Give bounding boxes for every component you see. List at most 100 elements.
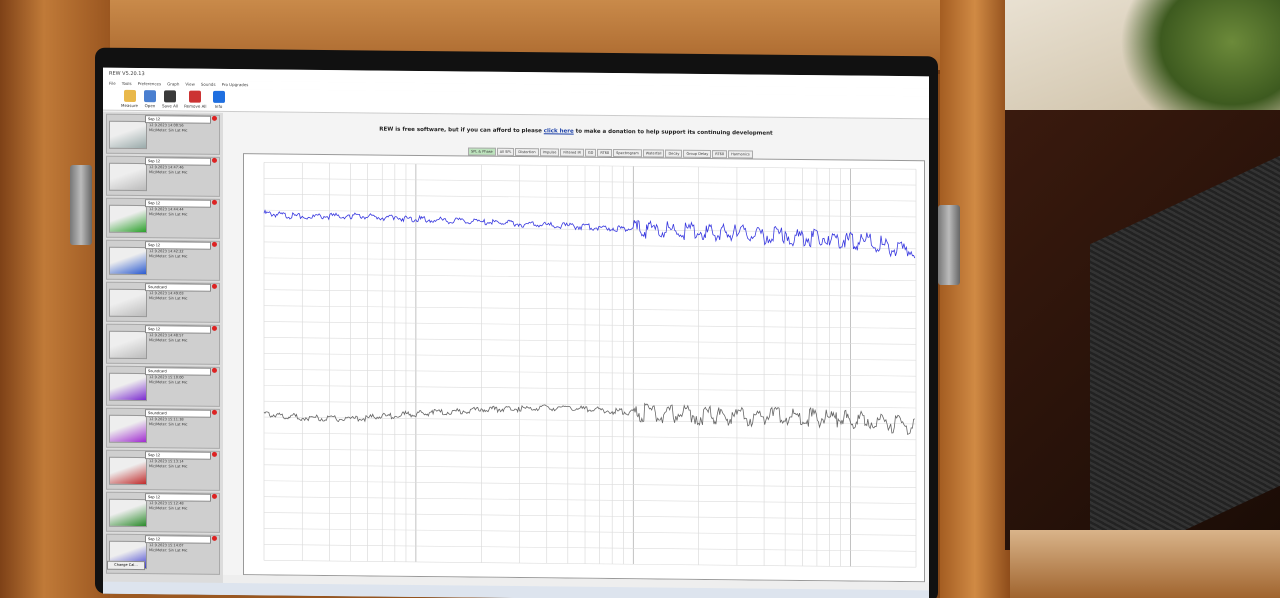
wood-shelf-right bbox=[940, 0, 1010, 598]
grid-line-y bbox=[264, 448, 916, 457]
measurement-mic: Mic/Meter: Sin Lat Mic bbox=[149, 128, 188, 133]
menu-pro-upgrades[interactable]: Pro Upgrades bbox=[222, 81, 249, 89]
spl-chart bbox=[263, 162, 917, 568]
tab-group-delay[interactable]: Group Delay bbox=[683, 149, 712, 159]
measurement-item[interactable]: 12.9.2023 14:47:46 Mic/Meter: Sin Lat Mic… bbox=[106, 155, 220, 197]
close-icon[interactable] bbox=[212, 199, 217, 205]
measurement-mic: Mic/Meter: Sin Lat Mic bbox=[149, 464, 188, 469]
grid-line-y bbox=[264, 162, 916, 170]
close-icon[interactable] bbox=[212, 409, 217, 415]
photo-scene: REW V5.20.13 File Tools Preferences Graph Vi… bbox=[0, 0, 1280, 598]
measurement-thumbnail bbox=[109, 246, 147, 276]
measurement-name-field[interactable]: Sep 12 bbox=[145, 325, 211, 334]
cabinet-hinge-left bbox=[70, 165, 92, 245]
tab-distortion[interactable]: Distortion bbox=[515, 147, 539, 157]
close-icon[interactable] bbox=[212, 325, 217, 331]
measurement-mic: Mic/Meter: Sin Lat Mic bbox=[149, 170, 188, 175]
toolbar-label: Open bbox=[144, 103, 156, 109]
save-all-button[interactable]: Save All bbox=[162, 90, 178, 108]
grid-line-y bbox=[264, 177, 916, 186]
open-icon bbox=[144, 90, 156, 103]
remove-all-button[interactable]: Remove All bbox=[184, 90, 207, 109]
spl-graph[interactable] bbox=[243, 153, 925, 583]
measurement-name-field[interactable]: Sep 12 bbox=[145, 451, 211, 460]
tab-impulse[interactable]: Impulse bbox=[539, 148, 560, 157]
tab-waterfall[interactable]: Waterfall bbox=[642, 149, 665, 158]
measurement-name-field[interactable]: Soundcard bbox=[145, 283, 211, 292]
donate-link[interactable]: click here bbox=[544, 128, 574, 134]
menu-graph[interactable]: Graph bbox=[167, 80, 179, 88]
grid-line-y bbox=[264, 464, 916, 472]
close-icon[interactable] bbox=[212, 157, 217, 163]
grid-line-y bbox=[264, 353, 916, 361]
info-button[interactable]: Info bbox=[212, 90, 225, 109]
grid-line-y bbox=[264, 193, 916, 202]
close-icon[interactable] bbox=[212, 535, 217, 541]
grid-line-y bbox=[264, 480, 916, 488]
measurement-item[interactable]: 12.9.2023 15:12:48 Mic/Meter: Sin Lat Mic… bbox=[106, 491, 220, 533]
close-icon[interactable] bbox=[212, 115, 217, 121]
measurement-mic: Mic/Meter: Sin Lat Mic bbox=[149, 548, 188, 553]
grid-line-y bbox=[264, 528, 916, 536]
measurement-name-field[interactable]: Sep 12 bbox=[145, 535, 211, 544]
measurement-mic: Mic/Meter: Sin Lat Mic bbox=[149, 506, 188, 511]
grid-line-y bbox=[264, 369, 916, 377]
tab-filtered-ir[interactable]: Filtered IR bbox=[560, 148, 584, 157]
grid-line-y bbox=[264, 400, 916, 409]
measurement-item[interactable]: 12.9.2023 15:11:38 Mic/Meter: Sin Lat Mic… bbox=[106, 407, 220, 449]
tab-gd[interactable]: GD bbox=[584, 148, 597, 157]
measurement-thumbnail bbox=[109, 204, 147, 234]
cabinet-hinge-right bbox=[938, 205, 960, 285]
wood-shelf-left bbox=[0, 0, 110, 598]
close-icon[interactable] bbox=[212, 451, 217, 457]
laptop-screen: REW V5.20.13 File Tools Preferences Graph Vi… bbox=[103, 67, 929, 598]
measure-button[interactable]: Measure bbox=[121, 89, 138, 108]
measurement-item[interactable]: 12.9.2023 15:10:00 Mic/Meter: Sin Lat Mic… bbox=[106, 365, 220, 407]
measurement-name-field[interactable]: Soundcard bbox=[145, 367, 211, 376]
tab-rt60[interactable]: RT60 bbox=[712, 150, 728, 159]
measurement-name-field[interactable]: Sep 12 bbox=[145, 115, 211, 124]
measurement-thumbnail bbox=[109, 288, 147, 318]
measurement-thumbnail bbox=[109, 498, 147, 528]
tab-all-spl[interactable]: All SPL bbox=[496, 147, 515, 156]
grid-line-y bbox=[264, 560, 916, 568]
tab-decay[interactable]: Decay bbox=[665, 149, 683, 158]
measurement-name-field[interactable]: Sep 12 bbox=[145, 241, 211, 250]
tab-harmonics[interactable]: Harmonics bbox=[728, 150, 753, 159]
measurement-mic: Mic/Meter: Sin Lat Mic bbox=[149, 296, 188, 301]
measurement-item[interactable]: 12.9.2023 14:44:44 Mic/Meter: Sin Lat Mic… bbox=[106, 197, 220, 239]
menu-view[interactable]: View bbox=[185, 81, 195, 89]
tab-spl-phase[interactable]: SPL & Phase bbox=[468, 147, 496, 156]
measurement-item[interactable]: 12.9.2023 14:48:57 Mic/Meter: Sin Lat Mic… bbox=[106, 323, 220, 365]
measurement-list: 12.9.2023 14:00:56 Mic/Meter: Sin Lat Mic… bbox=[103, 111, 223, 595]
grid-line-y bbox=[264, 321, 916, 329]
close-icon[interactable] bbox=[212, 283, 217, 289]
measurement-item[interactable]: 12.9.2023 14:42:22 Mic/Meter: Sin Lat Mic… bbox=[106, 239, 220, 281]
grid-line-y bbox=[264, 337, 916, 345]
measurement-mic: Mic/Meter: Sin Lat Mic bbox=[149, 338, 188, 343]
tab-rt60[interactable]: RT60 bbox=[597, 148, 613, 158]
close-icon[interactable] bbox=[212, 241, 217, 247]
menu-tools[interactable]: Tools bbox=[122, 80, 132, 88]
close-icon[interactable] bbox=[212, 493, 217, 499]
measurement-name-field[interactable]: Sep 12 bbox=[145, 493, 211, 502]
toolbar-label: Remove All bbox=[184, 103, 207, 109]
measurement-mic: Mic/Meter: Sin Lat Mic bbox=[149, 380, 188, 385]
menu-file[interactable]: File bbox=[109, 80, 116, 88]
grid-line-y bbox=[264, 241, 916, 250]
measurement-name-field[interactable]: Sep 12 bbox=[145, 157, 211, 166]
measurement-mic: Mic/Meter: Sin Lat Mic bbox=[149, 212, 188, 217]
grid-line-y bbox=[264, 544, 916, 552]
info-icon bbox=[212, 90, 225, 103]
open-button[interactable]: Open bbox=[144, 90, 156, 108]
measurement-item[interactable]: 12.9.2023 15:13:14 Mic/Meter: Sin Lat Mic… bbox=[106, 449, 220, 491]
change-cal-button[interactable]: Change Cal... bbox=[107, 560, 145, 571]
measurement-name-field[interactable]: Sep 12 bbox=[145, 199, 211, 208]
measurement-item[interactable]: 12.9.2023 14:49:03 Mic/Meter: Sin Lat Mic… bbox=[106, 281, 220, 323]
menu-preferences[interactable]: Preferences bbox=[138, 80, 162, 88]
measurement-name-field[interactable]: Soundcard bbox=[145, 409, 211, 418]
close-icon[interactable] bbox=[212, 367, 217, 373]
remove-all-icon bbox=[189, 90, 202, 103]
measurement-item[interactable]: 12.9.2023 14:00:56 Mic/Meter: Sin Lat Mic… bbox=[106, 113, 220, 155]
menu-sounds[interactable]: Sounds bbox=[201, 81, 216, 89]
